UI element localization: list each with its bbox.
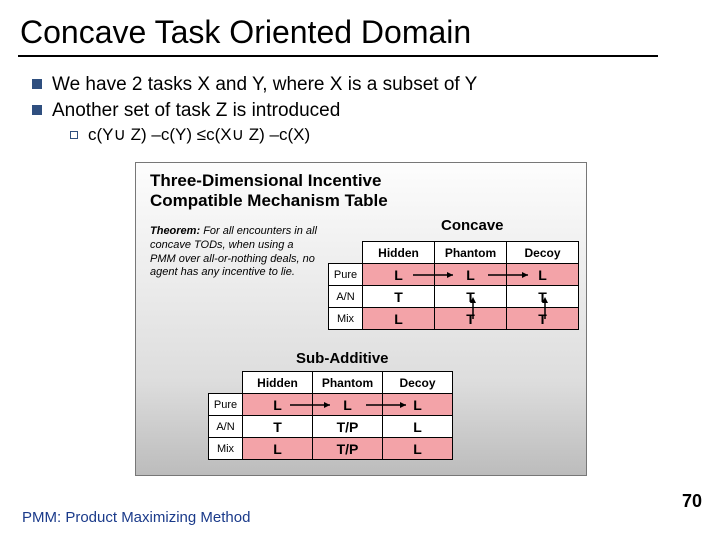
cell: T: [435, 286, 507, 308]
col-header: Phantom: [435, 242, 507, 264]
bullet-text: We have 2 tasks X and Y, where X is a su…: [52, 73, 477, 97]
slide-title: Concave Task Oriented Domain: [18, 12, 658, 57]
theorem-block: Theorem: For all encounters in all conca…: [150, 225, 318, 280]
cell: T: [363, 286, 435, 308]
table-row: Pure L L L: [209, 394, 453, 416]
concave-table: Hidden Phantom Decoy Pure L L L A/N T T …: [328, 241, 579, 330]
cell: T: [435, 308, 507, 330]
sub-additive-heading: Sub-Additive: [296, 350, 389, 367]
figure-title: Three-Dimensional Incentive Compatible M…: [150, 171, 388, 210]
table-row: A/N T T T: [329, 286, 579, 308]
table-row: Pure L L L: [329, 264, 579, 286]
cell: L: [507, 264, 579, 286]
table-row: Mix L T T: [329, 308, 579, 330]
sub-bullet-text: c(Y∪ Z) –c(Y) ≤c(X∪ Z) –c(X): [88, 125, 310, 145]
bullet-item: We have 2 tasks X and Y, where X is a su…: [28, 73, 702, 97]
content-block: We have 2 tasks X and Y, where X is a su…: [18, 65, 702, 145]
cell: L: [363, 308, 435, 330]
bullet-text: Another set of task Z is introduced: [52, 99, 340, 123]
figure: Three-Dimensional Incentive Compatible M…: [135, 162, 587, 476]
row-header: Pure: [329, 264, 363, 286]
row-header: A/N: [329, 286, 363, 308]
row-header: Mix: [209, 438, 243, 460]
figure-title-line: Three-Dimensional Incentive: [150, 171, 381, 190]
col-header: Hidden: [363, 242, 435, 264]
cell: L: [383, 394, 453, 416]
concave-heading: Concave: [441, 217, 504, 234]
bullet-icon: [32, 105, 42, 115]
table-row: Mix L T/P L: [209, 438, 453, 460]
cell: L: [363, 264, 435, 286]
sub-additive-table: Hidden Phantom Decoy Pure L L L A/N T T/…: [208, 371, 453, 460]
table-row: A/N T T/P L: [209, 416, 453, 438]
cell: L: [243, 394, 313, 416]
theorem-label: Theorem:: [150, 225, 200, 237]
col-header: Decoy: [507, 242, 579, 264]
row-header: A/N: [209, 416, 243, 438]
sub-bullet-item: c(Y∪ Z) –c(Y) ≤c(X∪ Z) –c(X): [70, 125, 702, 145]
row-header: Mix: [329, 308, 363, 330]
page-number: 70: [682, 491, 702, 512]
cell: T/P: [313, 416, 383, 438]
col-header: Phantom: [313, 372, 383, 394]
bullet-item: Another set of task Z is introduced: [28, 99, 702, 123]
figure-title-line: Compatible Mechanism Table: [150, 191, 388, 210]
cell: L: [383, 438, 453, 460]
cell: T: [243, 416, 313, 438]
cell: L: [383, 416, 453, 438]
col-header: Decoy: [383, 372, 453, 394]
cell: L: [435, 264, 507, 286]
col-header: Hidden: [243, 372, 313, 394]
cell: T/P: [313, 438, 383, 460]
footer-note: PMM: Product Maximizing Method: [22, 509, 250, 526]
bullet-icon: [32, 79, 42, 89]
cell: T: [507, 308, 579, 330]
cell: T: [507, 286, 579, 308]
cell: L: [313, 394, 383, 416]
bullet-outline-icon: [70, 131, 78, 139]
slide: Concave Task Oriented Domain We have 2 t…: [0, 0, 720, 540]
cell: L: [243, 438, 313, 460]
row-header: Pure: [209, 394, 243, 416]
